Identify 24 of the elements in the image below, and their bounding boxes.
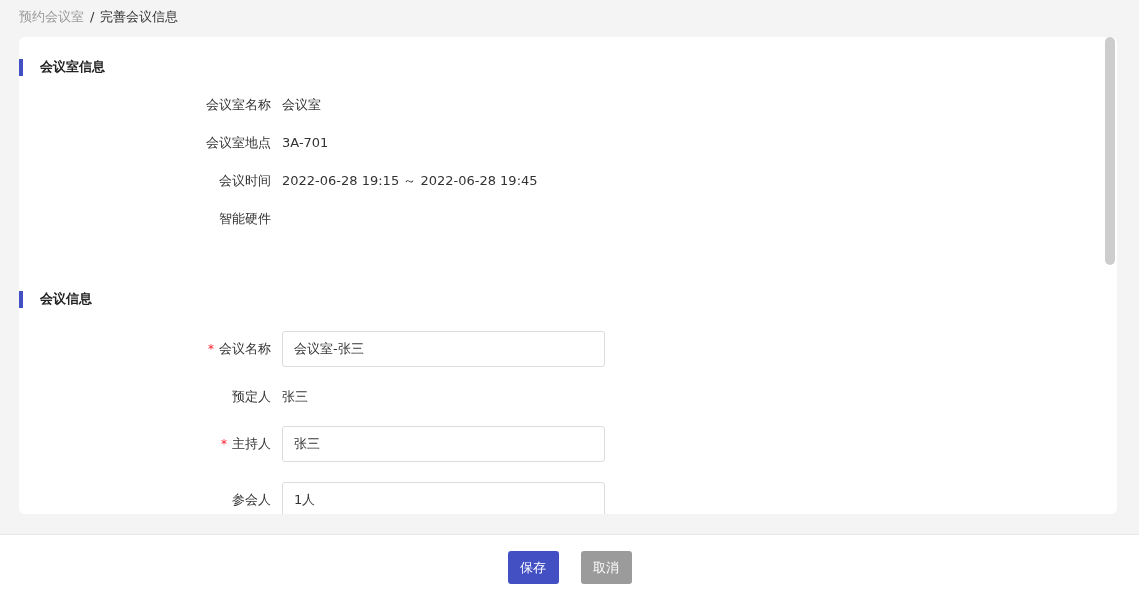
text-input[interactable]: 1人 [282, 482, 605, 514]
breadcrumb-separator: / [90, 8, 95, 26]
field-label: 会议时间 [219, 172, 271, 191]
section-accent-bar [19, 58, 23, 76]
field-label: 会议室名称 [206, 96, 271, 115]
field-value: 3A-701 [282, 134, 329, 153]
field-value: 张三 [282, 388, 308, 407]
field-value: 会议室 [282, 96, 321, 115]
required-mark: * [221, 436, 227, 453]
save-button[interactable]: 保存 [507, 551, 559, 584]
field-label: 会议室地点 [206, 134, 271, 153]
field-label: 参会人 [232, 491, 271, 510]
field-label: 会议名称 [219, 340, 271, 359]
field-value: 2022-06-28 19:15 ～ 2022-06-28 19:45 [282, 172, 538, 191]
scrollbar-thumb[interactable] [1105, 37, 1115, 265]
section-accent-bar [19, 290, 23, 308]
section-title: 会议室信息 [40, 58, 105, 77]
text-input[interactable]: 会议室-张三 [282, 331, 605, 367]
field-label: 主持人 [232, 435, 271, 454]
section-title: 会议信息 [40, 290, 92, 309]
field-label: 智能硬件 [219, 210, 271, 229]
required-mark: * [208, 341, 214, 358]
text-input[interactable]: 张三 [282, 426, 605, 462]
field-label: 预定人 [232, 388, 271, 407]
